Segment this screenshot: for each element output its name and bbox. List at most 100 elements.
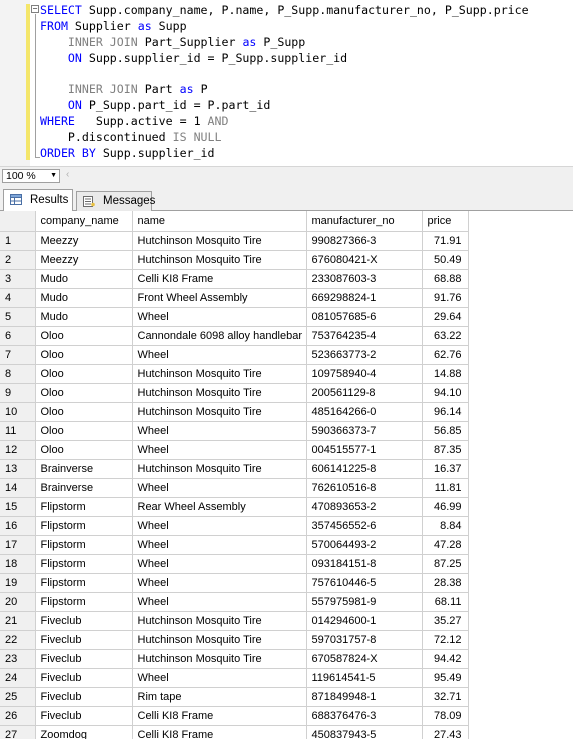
cell-price[interactable]: 47.28 [422, 535, 469, 555]
cell-price[interactable]: 68.11 [422, 592, 469, 612]
cell-manufacturer-no[interactable]: 990827366-3 [306, 231, 423, 251]
cell-manufacturer-no[interactable]: 688376476-3 [306, 706, 423, 726]
row-number[interactable]: 24 [0, 668, 36, 688]
table-row[interactable]: 23 Fiveclub Hutchinson Mosquito Tire 670587… [0, 649, 469, 669]
table-row[interactable]: 26 Fiveclub Celli KI8 Frame 688376476-3 78.0… [0, 706, 469, 726]
table-row[interactable]: 24 Fiveclub Wheel 119614541-5 95.49 [0, 668, 469, 688]
column-header-company-name[interactable]: company_name [35, 211, 133, 232]
cell-name[interactable]: Hutchinson Mosquito Tire [132, 364, 307, 384]
cell-name[interactable]: Hutchinson Mosquito Tire [132, 402, 307, 422]
cell-name[interactable]: Celli KI8 Frame [132, 706, 307, 726]
cell-manufacturer-no[interactable]: 669298824-1 [306, 288, 423, 308]
cell-name[interactable]: Rim tape [132, 687, 307, 707]
cell-manufacturer-no[interactable]: 485164266-0 [306, 402, 423, 422]
cell-manufacturer-no[interactable]: 109758940-4 [306, 364, 423, 384]
row-number[interactable]: 6 [0, 326, 36, 346]
cell-name[interactable]: Celli KI8 Frame [132, 269, 307, 289]
row-number[interactable]: 20 [0, 592, 36, 612]
code-line[interactable]: SELECT Supp.company_name, P.name, P_Supp… [40, 3, 529, 19]
table-row[interactable]: 19 Flipstorm Wheel 757610446-5 28.38 [0, 573, 469, 593]
cell-price[interactable]: 72.12 [422, 630, 469, 650]
sql-code[interactable]: SELECT Supp.company_name, P.name, P_Supp… [40, 3, 529, 162]
cell-name[interactable]: Wheel [132, 478, 307, 498]
cell-company-name[interactable]: Fiveclub [35, 611, 133, 631]
row-number[interactable]: 13 [0, 459, 36, 479]
cell-company-name[interactable]: Flipstorm [35, 592, 133, 612]
cell-price[interactable]: 63.22 [422, 326, 469, 346]
cell-company-name[interactable]: Oloo [35, 364, 133, 384]
cell-name[interactable]: Wheel [132, 592, 307, 612]
cell-company-name[interactable]: Fiveclub [35, 630, 133, 650]
cell-price[interactable]: 50.49 [422, 250, 469, 270]
table-row[interactable]: 16 Flipstorm Wheel 357456552-6 8.84 [0, 516, 469, 536]
cell-manufacturer-no[interactable]: 762610516-8 [306, 478, 423, 498]
cell-manufacturer-no[interactable]: 093184151-8 [306, 554, 423, 574]
cell-company-name[interactable]: Brainverse [35, 478, 133, 498]
cell-price[interactable]: 95.49 [422, 668, 469, 688]
cell-manufacturer-no[interactable]: 570064493-2 [306, 535, 423, 555]
table-row[interactable]: 15 Flipstorm Rear Wheel Assembly 470893653-… [0, 497, 469, 517]
cell-name[interactable]: Cannondale 6098 alloy handlebar [132, 326, 307, 346]
cell-manufacturer-no[interactable]: 200561129-8 [306, 383, 423, 403]
cell-name[interactable]: Wheel [132, 307, 307, 327]
code-line[interactable] [40, 67, 529, 83]
cell-manufacturer-no[interactable]: 590366373-7 [306, 421, 423, 441]
cell-price[interactable]: 62.76 [422, 345, 469, 365]
cell-manufacturer-no[interactable]: 004515577-1 [306, 440, 423, 460]
cell-manufacturer-no[interactable]: 357456552-6 [306, 516, 423, 536]
cell-company-name[interactable]: Flipstorm [35, 573, 133, 593]
cell-price[interactable]: 14.88 [422, 364, 469, 384]
row-number[interactable]: 19 [0, 573, 36, 593]
cell-price[interactable]: 87.25 [422, 554, 469, 574]
row-number[interactable]: 5 [0, 307, 36, 327]
cell-price[interactable]: 28.38 [422, 573, 469, 593]
sql-editor[interactable]: − SELECT Supp.company_name, P.name, P_Su… [0, 0, 573, 166]
cell-manufacturer-no[interactable]: 014294600-1 [306, 611, 423, 631]
cell-company-name[interactable]: Oloo [35, 421, 133, 441]
row-number-header[interactable] [0, 211, 36, 232]
cell-company-name[interactable]: Fiveclub [35, 706, 133, 726]
cell-manufacturer-no[interactable]: 081057685-6 [306, 307, 423, 327]
cell-manufacturer-no[interactable]: 450837943-5 [306, 725, 423, 739]
cell-name[interactable]: Hutchinson Mosquito Tire [132, 459, 307, 479]
cell-company-name[interactable]: Fiveclub [35, 668, 133, 688]
cell-company-name[interactable]: Oloo [35, 402, 133, 422]
cell-price[interactable]: 71.91 [422, 231, 469, 251]
table-row[interactable]: 5 Mudo Wheel 081057685-6 29.64 [0, 307, 469, 327]
row-number[interactable]: 12 [0, 440, 36, 460]
cell-company-name[interactable]: Oloo [35, 345, 133, 365]
cell-price[interactable]: 29.64 [422, 307, 469, 327]
row-number[interactable]: 3 [0, 269, 36, 289]
table-row[interactable]: 22 Fiveclub Hutchinson Mosquito Tire 597031… [0, 630, 469, 650]
table-row[interactable]: 7 Oloo Wheel 523663773-2 62.76 [0, 345, 469, 365]
cell-name[interactable]: Hutchinson Mosquito Tire [132, 383, 307, 403]
cell-name[interactable]: Hutchinson Mosquito Tire [132, 231, 307, 251]
row-number[interactable]: 2 [0, 250, 36, 270]
cell-manufacturer-no[interactable]: 119614541-5 [306, 668, 423, 688]
table-row[interactable]: 14 Brainverse Wheel 762610516-8 11.81 [0, 478, 469, 498]
table-row[interactable]: 3 Mudo Celli KI8 Frame 233087603-3 68.88 [0, 269, 469, 289]
table-row[interactable]: 13 Brainverse Hutchinson Mosquito Tire 6061… [0, 459, 469, 479]
cell-price[interactable]: 78.09 [422, 706, 469, 726]
code-line[interactable]: INNER JOIN Part as P [40, 82, 529, 98]
cell-company-name[interactable]: Zoomdog [35, 725, 133, 739]
row-number[interactable]: 8 [0, 364, 36, 384]
cell-name[interactable]: Hutchinson Mosquito Tire [132, 250, 307, 270]
cell-manufacturer-no[interactable]: 470893653-2 [306, 497, 423, 517]
row-number[interactable]: 23 [0, 649, 36, 669]
cell-price[interactable]: 94.10 [422, 383, 469, 403]
cell-price[interactable]: 94.42 [422, 649, 469, 669]
cell-company-name[interactable]: Oloo [35, 440, 133, 460]
cell-company-name[interactable]: Oloo [35, 326, 133, 346]
row-number[interactable]: 7 [0, 345, 36, 365]
cell-manufacturer-no[interactable]: 557975981-9 [306, 592, 423, 612]
row-number[interactable]: 10 [0, 402, 36, 422]
table-row[interactable]: 18 Flipstorm Wheel 093184151-8 87.25 [0, 554, 469, 574]
table-row[interactable]: 2 Meezzy Hutchinson Mosquito Tire 676080421… [0, 250, 469, 270]
cell-name[interactable]: Hutchinson Mosquito Tire [132, 630, 307, 650]
row-number[interactable]: 17 [0, 535, 36, 555]
row-number[interactable]: 16 [0, 516, 36, 536]
row-number[interactable]: 15 [0, 497, 36, 517]
code-line[interactable]: ON P_Supp.part_id = P.part_id [40, 98, 529, 114]
cell-company-name[interactable]: Mudo [35, 269, 133, 289]
